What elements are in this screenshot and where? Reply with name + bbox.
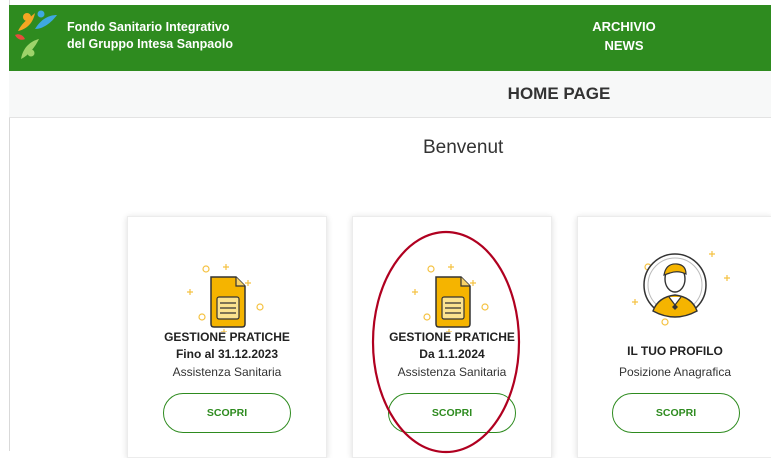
scopri-button-2023[interactable]: SCOPRI (163, 393, 291, 433)
header: Fondo Sanitario Integrativo del Gruppo I… (9, 5, 771, 71)
scopri-button-profilo[interactable]: SCOPRI (612, 393, 740, 433)
card-subtitle: IL TUO PROFILO (627, 344, 723, 358)
nav-archivio[interactable]: ARCHIVIO (569, 17, 679, 36)
highlight-ellipse (371, 230, 521, 454)
page-subbar: HOME PAGE (9, 71, 771, 118)
welcome-message: Benvenut (330, 137, 620, 163)
card-pratiche-2023: GESTIONE PRATICHE Fino al 31.12.2023 Ass… (127, 216, 327, 458)
brand-name: Fondo Sanitario Integrativo del Gruppo I… (67, 19, 233, 53)
logo-icon (15, 10, 57, 59)
nav-news[interactable]: NEWS (569, 36, 679, 55)
user-profile-icon (632, 251, 730, 326)
brand-line-2: del Gruppo Intesa Sanpaolo (67, 37, 233, 51)
welcome-text: Benvenut (423, 137, 504, 158)
card-subtitle: Fino al 31.12.2023 (175, 347, 279, 361)
card-description: Assistenza Sanitaria (172, 365, 282, 379)
brand-line-1: Fondo Sanitario Integrativo (67, 20, 230, 34)
card-description: Posizione Anagrafica (618, 365, 732, 379)
document-icon (187, 264, 264, 332)
card-title: GESTIONE PRATICHE (164, 330, 290, 344)
card-profilo: IL TUO PROFILO Posizione Anagrafica SCOP… (577, 216, 771, 458)
main-nav: ARCHIVIO NEWS (569, 17, 679, 55)
page-title: HOME PAGE (507, 84, 611, 103)
